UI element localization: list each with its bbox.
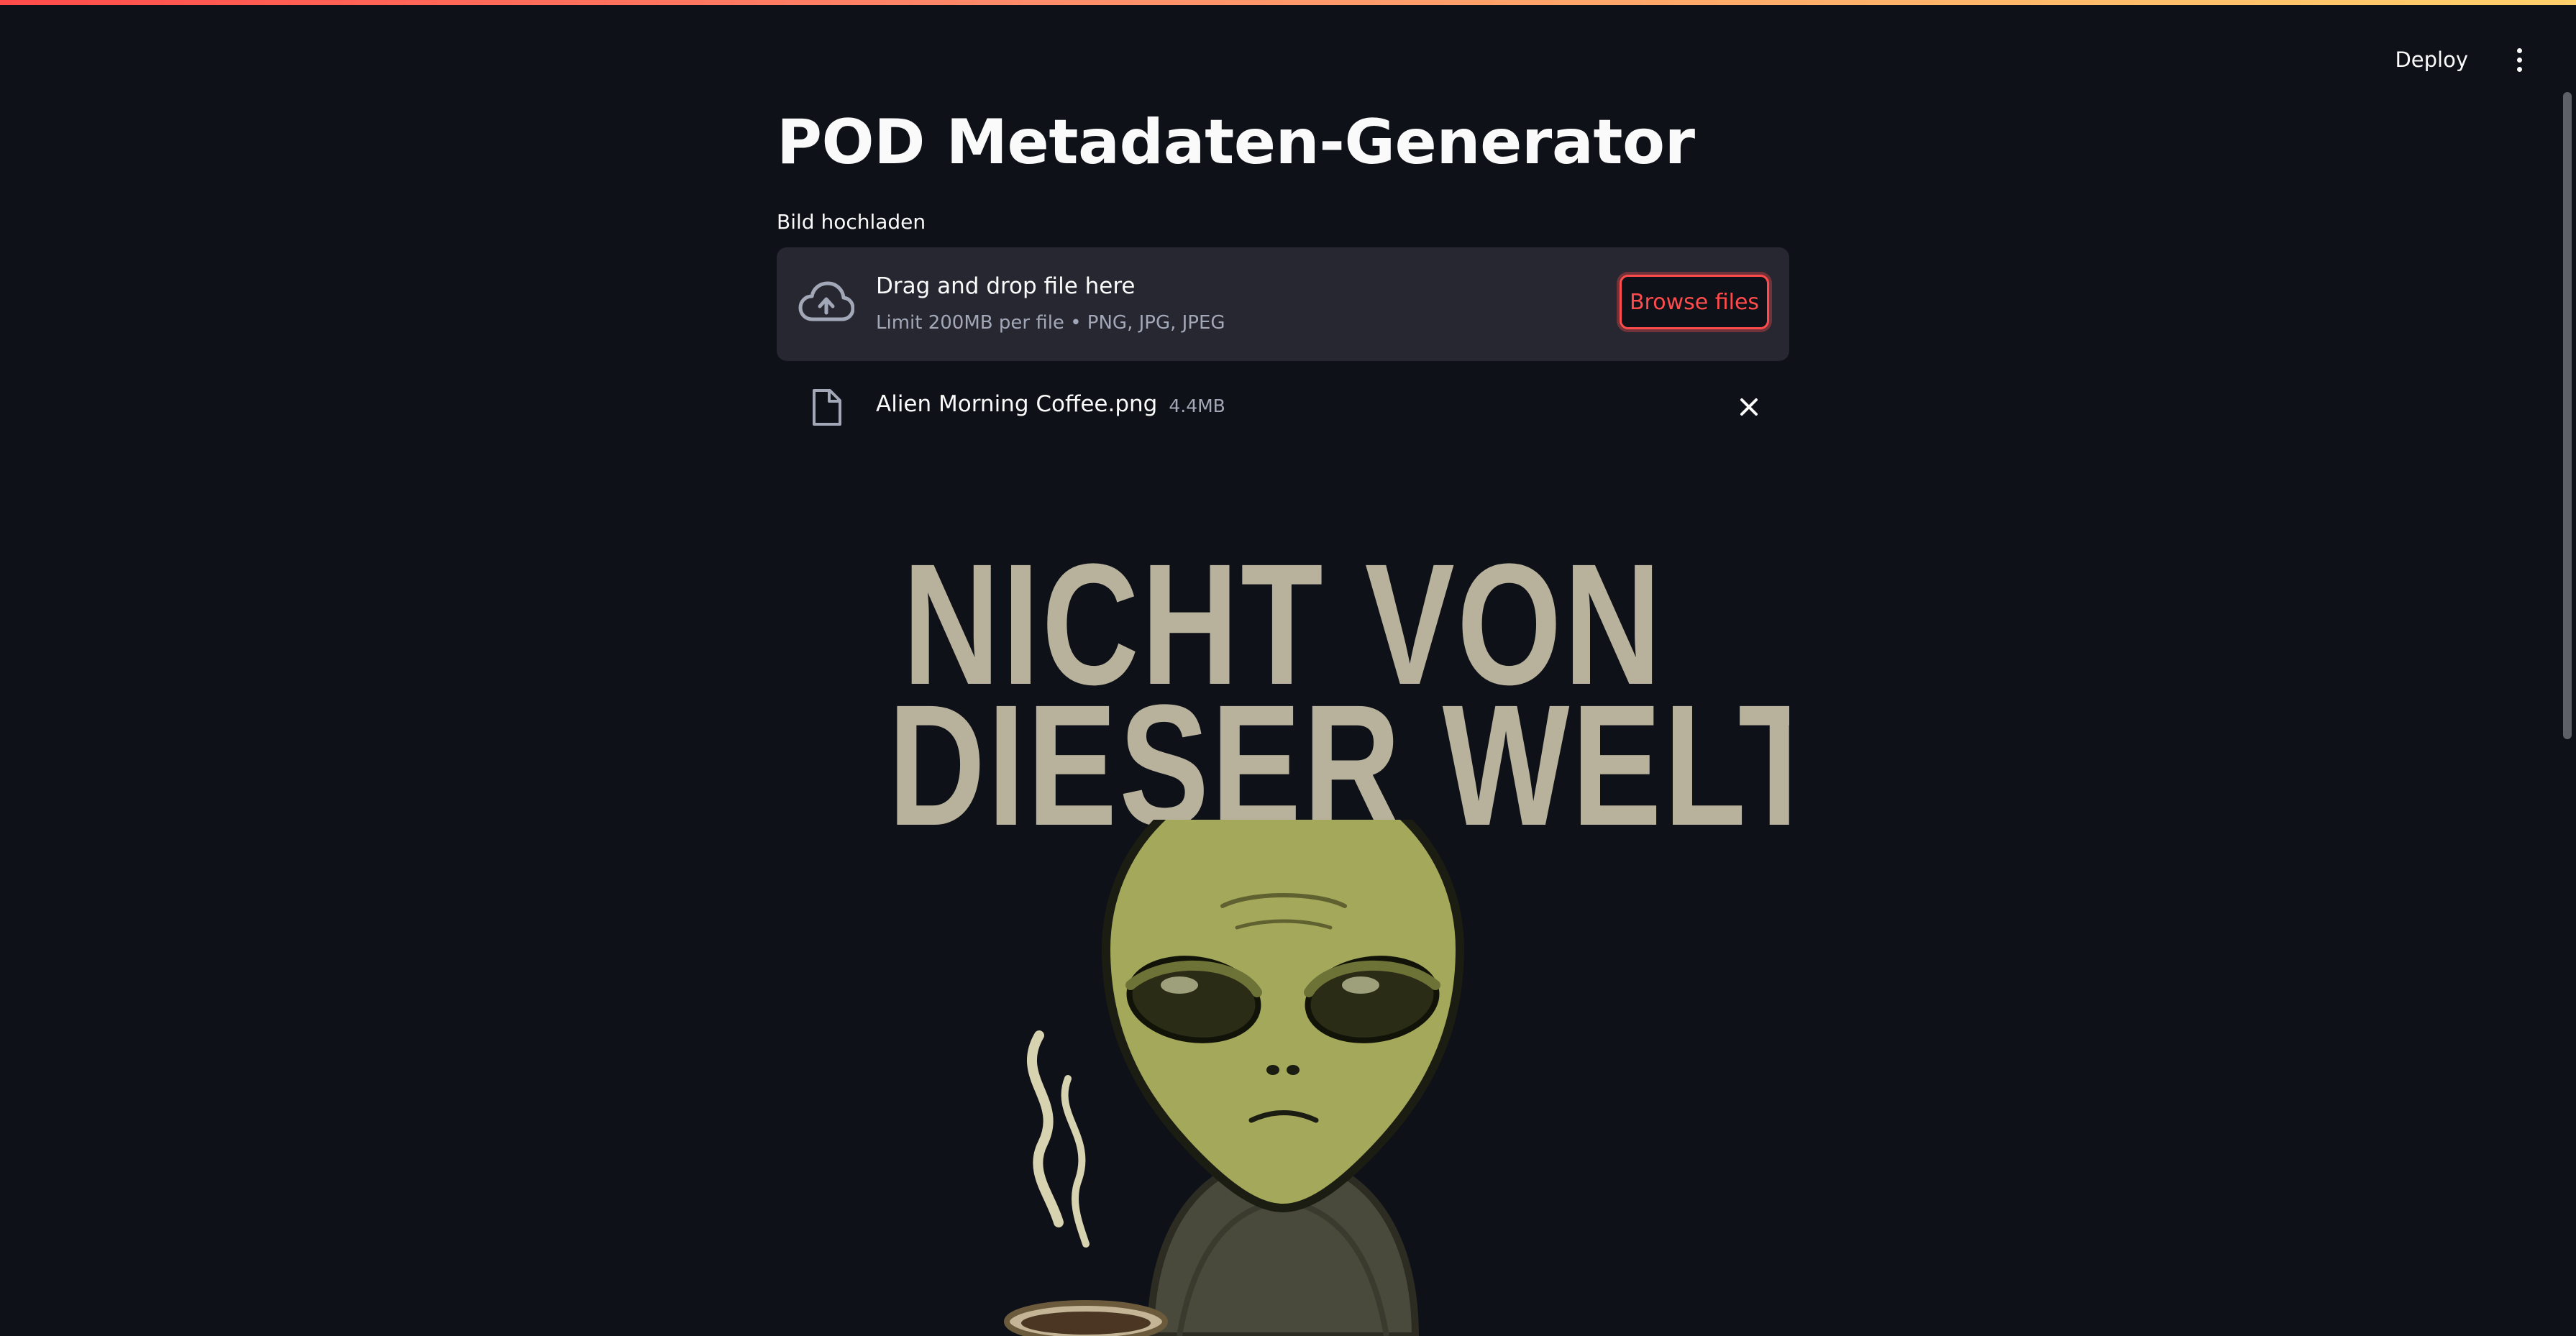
file-dropzone[interactable]: Drag and drop file here Limit 200MB per … bbox=[777, 247, 1789, 361]
cloud-upload-icon bbox=[798, 281, 854, 321]
uploaded-file-name: Alien Morning Coffee.png bbox=[876, 391, 1158, 417]
close-icon[interactable] bbox=[1735, 393, 1763, 421]
scrollbar[interactable] bbox=[2563, 92, 2572, 739]
uploader-label: Bild hochladen bbox=[777, 210, 926, 234]
uploaded-image-preview: NICHT VON DIESER WELT bbox=[777, 503, 1789, 1336]
header-toolbar: Deploy bbox=[2389, 42, 2530, 78]
deploy-button[interactable]: Deploy bbox=[2389, 42, 2474, 78]
top-decoration-bar bbox=[0, 0, 2576, 5]
browse-files-button[interactable]: Browse files bbox=[1620, 275, 1769, 329]
dropzone-subtitle: Limit 200MB per file • PNG, JPG, JPEG bbox=[876, 312, 1225, 334]
kebab-menu-icon[interactable] bbox=[2508, 44, 2530, 76]
page-title: POD Metadaten-Generator bbox=[777, 106, 1695, 178]
poster-headline-line2: DIESER WELT bbox=[887, 669, 1789, 861]
uploaded-file-size: 4.4MB bbox=[1169, 395, 1225, 416]
file-icon bbox=[813, 389, 841, 426]
alien-illustration bbox=[1004, 820, 1465, 1336]
dropzone-title: Drag and drop file here bbox=[876, 273, 1136, 299]
uploaded-file-row: Alien Morning Coffee.png 4.4MB bbox=[777, 381, 1789, 431]
